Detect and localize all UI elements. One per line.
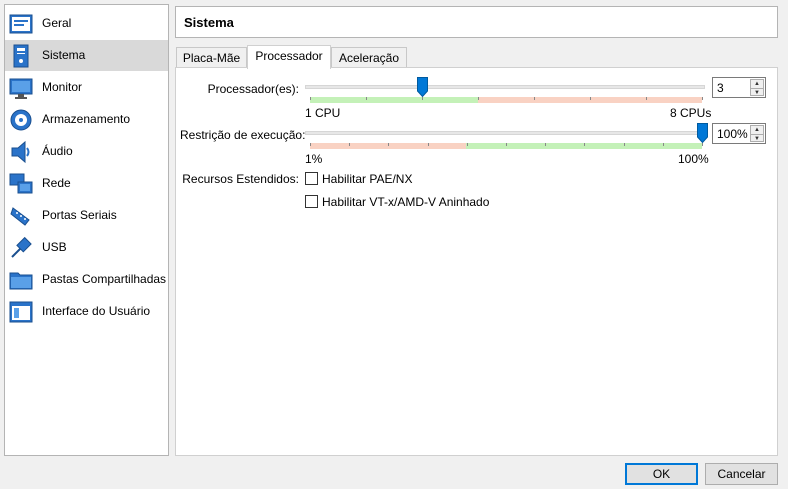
user-interface-icon xyxy=(9,301,33,323)
page-title: Sistema xyxy=(184,15,234,30)
sidebar-item-general[interactable]: Geral xyxy=(5,8,168,39)
processor-max-label: 8 CPUs xyxy=(670,106,712,120)
serial-ports-icon xyxy=(10,207,30,226)
slider-tick xyxy=(366,97,367,100)
processor-safe-zone xyxy=(310,97,478,103)
slider-tick xyxy=(422,97,423,100)
slider-tick xyxy=(467,143,468,146)
slider-tick xyxy=(478,97,479,100)
sidebar-item-usb[interactable]: USB xyxy=(5,232,168,263)
network-icon xyxy=(9,173,33,194)
pae-nx-label[interactable]: Habilitar PAE/NX xyxy=(322,172,412,186)
spin-down-icon[interactable]: ▼ xyxy=(751,134,763,142)
execution-cap-spin-buttons: ▲ ▼ xyxy=(750,125,764,142)
slider-tick xyxy=(584,143,585,146)
execution-cap-max-label: 100% xyxy=(678,152,709,166)
slider-tick xyxy=(624,143,625,146)
storage-icon xyxy=(10,109,32,131)
slider-tick xyxy=(428,143,429,146)
slider-tick xyxy=(702,97,703,100)
processor-count-value: 3 xyxy=(717,81,724,95)
system-icon xyxy=(13,44,29,68)
processor-slider-thumb[interactable] xyxy=(417,77,428,97)
slider-tick xyxy=(349,143,350,146)
execution-cap-slider-thumb[interactable] xyxy=(697,123,708,143)
slider-tick xyxy=(663,143,664,146)
settings-sidebar: Geral Sistema Monitor Armazenamento Áudi… xyxy=(4,4,169,456)
sidebar-item-label: Portas Seriais xyxy=(42,208,117,222)
nested-vtx-checkbox[interactable] xyxy=(305,195,318,208)
processor-min-label: 1 CPU xyxy=(305,106,341,120)
extended-features-label: Recursos Estendidos: xyxy=(182,172,299,186)
sidebar-item-network[interactable]: Rede xyxy=(5,168,168,199)
sidebar-item-user-interface[interactable]: Interface do Usuário xyxy=(5,296,168,327)
execution-cap-spinbox[interactable]: 100% ▲ ▼ xyxy=(712,123,766,144)
processor-label: Processador(es): xyxy=(207,82,299,96)
execution-cap-value: 100% xyxy=(717,127,748,141)
sidebar-item-label: Monitor xyxy=(42,80,83,94)
spin-up-icon[interactable]: ▲ xyxy=(751,126,763,134)
sidebar-item-monitor[interactable]: Monitor xyxy=(5,72,168,103)
general-icon xyxy=(9,14,33,34)
monitor-icon xyxy=(9,78,33,99)
page-header: Sistema xyxy=(175,6,778,38)
cancel-button[interactable]: Cancelar xyxy=(705,463,778,485)
slider-tick xyxy=(310,143,311,146)
sidebar-item-label: Sistema xyxy=(42,48,86,62)
slider-tick xyxy=(310,97,311,100)
sidebar-item-serial-ports[interactable]: Portas Seriais xyxy=(5,200,168,231)
sidebar-item-label: Rede xyxy=(42,176,71,190)
sidebar-item-label: Áudio xyxy=(42,144,73,158)
slider-tick xyxy=(646,97,647,100)
sidebar-item-label: Pastas Compartilhadas xyxy=(42,272,167,286)
execution-cap-min-label: 1% xyxy=(305,152,323,166)
spin-up-icon[interactable]: ▲ xyxy=(751,80,763,88)
nested-vtx-label[interactable]: Habilitar VT-x/AMD-V Aninhado xyxy=(322,195,489,209)
processor-slider-track[interactable] xyxy=(305,85,705,89)
slider-tick xyxy=(590,97,591,100)
sidebar-item-shared-folders[interactable]: Pastas Compartilhadas xyxy=(5,264,168,295)
execution-cap-label: Restrição de execução: xyxy=(180,128,306,142)
sidebar-item-label: Geral xyxy=(42,16,72,30)
slider-tick xyxy=(534,97,535,100)
execution-cap-slider-track[interactable] xyxy=(305,131,705,135)
sidebar-item-storage[interactable]: Armazenamento xyxy=(5,104,168,135)
sidebar-item-label: USB xyxy=(42,240,67,254)
slider-tick xyxy=(702,143,703,146)
sidebar-item-system[interactable]: Sistema xyxy=(5,40,168,71)
usb-icon xyxy=(11,236,32,258)
sidebar-item-audio[interactable]: Áudio xyxy=(5,136,168,167)
spin-down-icon[interactable]: ▼ xyxy=(751,88,763,96)
slider-tick xyxy=(506,143,507,146)
audio-icon xyxy=(11,140,30,164)
processor-panel xyxy=(175,67,778,456)
ok-button[interactable]: OK xyxy=(625,463,698,485)
shared-folders-icon xyxy=(9,272,33,290)
sidebar-item-label: Interface do Usuário xyxy=(42,304,151,318)
pae-nx-checkbox[interactable] xyxy=(305,172,318,185)
slider-tick xyxy=(388,143,389,146)
tab-processor[interactable]: Processador xyxy=(247,45,331,69)
tab-acceleration[interactable]: Aceleração xyxy=(331,47,407,68)
processor-count-spinbox[interactable]: 3 ▲ ▼ xyxy=(712,77,766,98)
processor-spin-buttons: ▲ ▼ xyxy=(750,79,764,96)
sidebar-item-label: Armazenamento xyxy=(42,112,131,126)
tab-motherboard[interactable]: Placa-Mãe xyxy=(176,47,247,68)
slider-tick xyxy=(545,143,546,146)
